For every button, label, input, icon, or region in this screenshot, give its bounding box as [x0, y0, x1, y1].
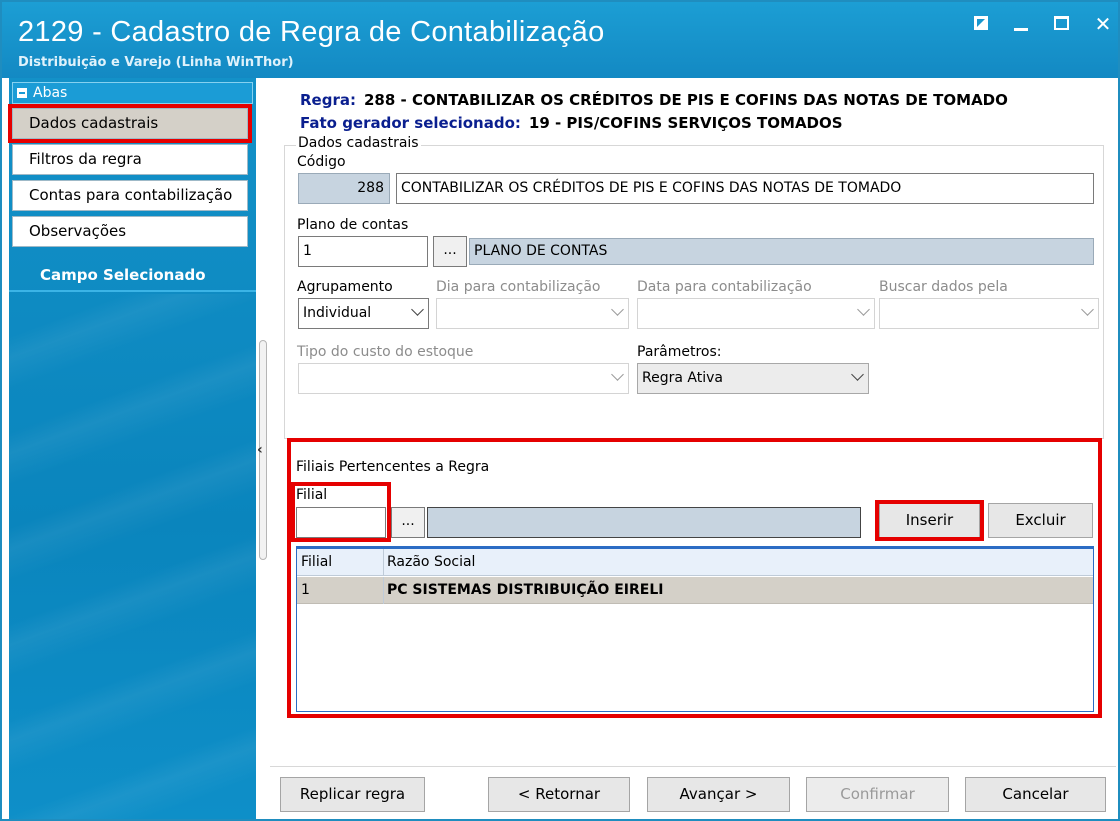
title-bar: 2129 - Cadastro de Regra de Contabilizaç… — [2, 2, 1118, 78]
sidebar-item-contas-para-contabilizacao[interactable]: Contas para contabilização — [12, 180, 248, 211]
regra-value: 288 - CONTABILIZAR OS CRÉDITOS DE PIS E … — [363, 91, 1008, 109]
column-header-filial[interactable]: Filial — [301, 549, 332, 575]
cancelar-button[interactable]: Cancelar — [965, 777, 1106, 812]
sidebar-header[interactable]: Abas — [12, 82, 253, 104]
retornar-label: < Retornar — [517, 785, 601, 803]
panel-splitter[interactable]: ‹ — [257, 330, 269, 560]
excluir-button[interactable]: Excluir — [988, 503, 1093, 538]
chevron-left-icon[interactable]: ‹ — [257, 442, 263, 458]
sidebar-item-filtros-da-regra[interactable]: Filtros da regra — [12, 144, 248, 175]
parametros-value: Regra Ativa — [642, 370, 723, 386]
avancar-button[interactable]: Avançar > — [647, 777, 790, 812]
minimize-button[interactable] — [1014, 16, 1032, 34]
data-contabilizacao-label: Data para contabilização — [637, 279, 812, 295]
sidebar-item-observacoes[interactable]: Observações — [12, 216, 248, 247]
close-button[interactable]: ✕ — [1094, 14, 1112, 34]
sidebar-background — [9, 294, 256, 819]
window-subtitle: Distribuição e Varejo (Linha WinThor) — [18, 55, 294, 70]
codigo-label: Código — [297, 154, 346, 170]
close-icon: ✕ — [1094, 12, 1112, 36]
filiais-title: Filiais Pertencentes a Regra — [294, 459, 492, 475]
plano-de-contas-label: Plano de contas — [297, 217, 409, 233]
maximize-button[interactable] — [1054, 16, 1072, 34]
sidebar-item-label: Dados cadastrais — [29, 114, 159, 132]
filiais-table[interactable]: Filial Razão Social 1 PC SISTEMAS DISTRI… — [296, 546, 1094, 712]
codigo-field[interactable]: 288 — [298, 173, 390, 204]
retornar-button[interactable]: < Retornar — [488, 777, 630, 812]
parametros-label: Parâmetros: — [637, 344, 722, 360]
column-divider — [383, 577, 384, 604]
filial-lookup-button[interactable]: ... — [391, 507, 425, 538]
dia-contabilizacao-label: Dia para contabilização — [436, 279, 601, 295]
table-header: Filial Razão Social — [297, 549, 1093, 576]
replicar-regra-button[interactable]: Replicar regra — [280, 777, 425, 812]
column-divider — [383, 549, 384, 576]
buscar-dados-select[interactable] — [879, 298, 1099, 329]
sidebar-item-label: Observações — [29, 222, 127, 240]
window-controls: ✕ — [974, 14, 1112, 34]
table-row[interactable]: 1 PC SISTEMAS DISTRIBUIÇÃO EIRELI — [297, 577, 1093, 604]
agrupamento-select[interactable]: Individual — [298, 298, 429, 329]
excluir-label: Excluir — [1015, 511, 1066, 529]
cell-razao-social: PC SISTEMAS DISTRIBUIÇÃO EIRELI — [387, 582, 664, 598]
collapse-icon — [17, 88, 27, 98]
chevron-down-icon — [857, 303, 870, 316]
rule-info: Regra: 288 - CONTABILIZAR OS CRÉDITOS DE … — [300, 89, 1008, 135]
chevron-down-icon — [1081, 303, 1094, 316]
buscar-dados-label: Buscar dados pela — [879, 279, 1008, 295]
maximize-icon — [1054, 16, 1069, 30]
chevron-down-icon — [851, 368, 864, 381]
fato-gerador-label: Fato gerador selecionado: — [300, 114, 521, 132]
sidebar: Abas Dados cadastrais Filtros da regra C… — [8, 78, 256, 819]
dia-contabilizacao-select[interactable] — [436, 298, 629, 329]
chevron-down-icon — [611, 368, 624, 381]
filial-highlight — [291, 482, 391, 542]
plano-de-contas-field[interactable]: 1 — [298, 236, 428, 267]
agrupamento-value: Individual — [303, 305, 372, 321]
sidebar-item-label: Filtros da regra — [29, 150, 142, 168]
data-contabilizacao-select[interactable] — [637, 298, 875, 329]
agrupamento-label: Agrupamento — [297, 279, 393, 295]
fato-gerador-value: 19 - PIS/COFINS SERVIÇOS TOMADOS — [528, 114, 843, 132]
tipo-custo-label: Tipo do custo do estoque — [297, 344, 474, 360]
filial-description — [427, 507, 861, 538]
minimize-icon — [1014, 28, 1028, 31]
chevron-down-icon — [411, 303, 424, 316]
tipo-custo-select[interactable] — [298, 363, 629, 394]
confirmar-button[interactable]: Confirmar — [806, 777, 949, 812]
replicar-regra-label: Replicar regra — [299, 785, 406, 803]
avancar-label: Avançar > — [679, 785, 758, 803]
sidebar-item-dados-cadastrais[interactable]: Dados cadastrais — [8, 104, 252, 143]
plano-de-contas-description: PLANO DE CONTAS — [469, 238, 1094, 265]
chevron-down-icon — [611, 303, 624, 316]
window-title: 2129 - Cadastro de Regra de Contabilizaç… — [18, 16, 605, 48]
cell-filial: 1 — [301, 582, 310, 598]
restore-icon — [974, 16, 988, 30]
restore-button[interactable] — [974, 16, 992, 34]
sidebar-header-label: Abas — [33, 85, 68, 101]
sidebar-item-label: Contas para contabilização — [29, 186, 233, 204]
regra-label: Regra: — [300, 91, 356, 109]
cancelar-label: Cancelar — [1002, 785, 1069, 803]
plano-de-contas-lookup-button[interactable]: ... — [433, 236, 467, 267]
dados-cadastrais-title: Dados cadastrais — [296, 135, 421, 151]
confirmar-label: Confirmar — [840, 785, 915, 803]
inserir-highlight — [875, 500, 984, 541]
parametros-select[interactable]: Regra Ativa — [637, 363, 869, 394]
column-header-razao-social[interactable]: Razão Social — [387, 549, 475, 575]
descricao-field[interactable]: CONTABILIZAR OS CRÉDITOS DE PIS E COFINS… — [396, 173, 1094, 204]
campo-selecionado-header: Campo Selecionado — [9, 262, 256, 292]
